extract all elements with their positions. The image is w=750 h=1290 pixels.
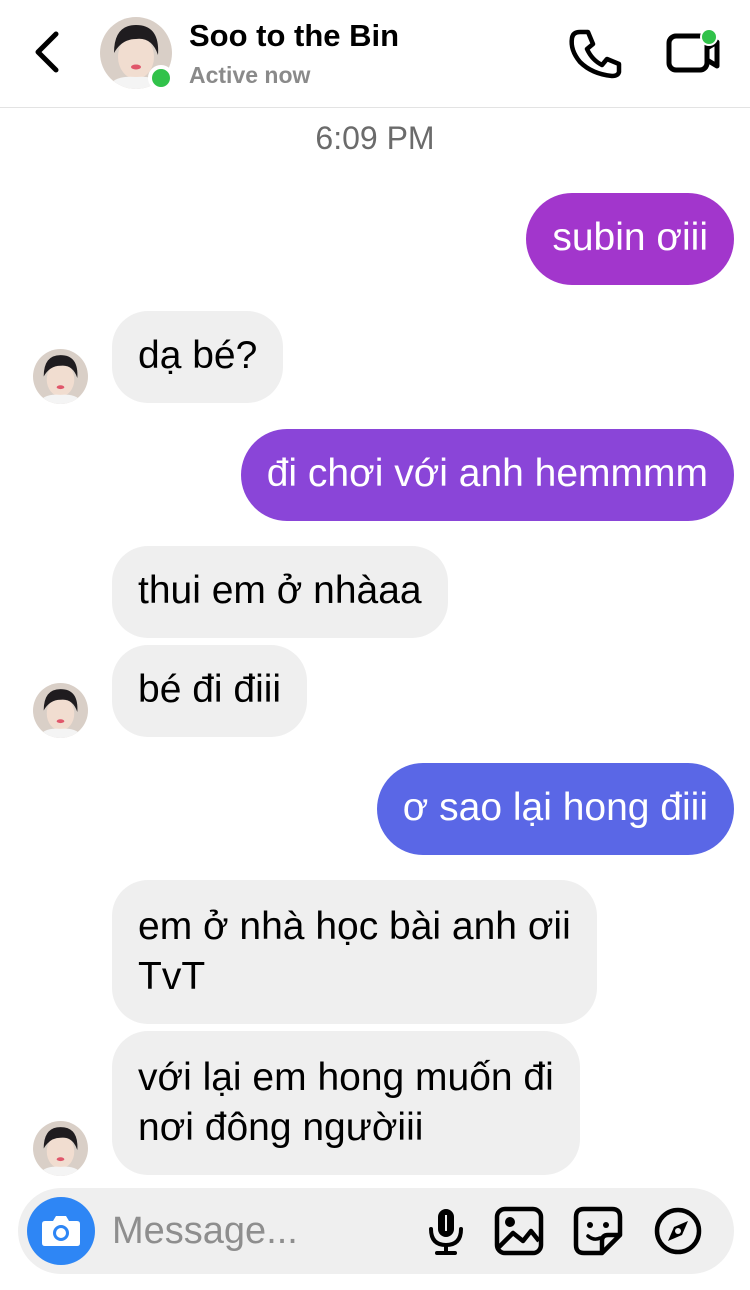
message-timestamp: 6:09 PM <box>315 120 435 156</box>
microphone-icon[interactable] <box>420 1205 472 1257</box>
active-status-label: Active now <box>189 62 311 88</box>
message-input[interactable] <box>112 1202 412 1260</box>
compass-icon[interactable] <box>652 1205 704 1257</box>
image-icon[interactable] <box>493 1205 545 1257</box>
message-composer <box>18 1188 734 1274</box>
received-message-bubble[interactable]: bé đi điii <box>112 645 308 737</box>
received-message-bubble[interactable]: với lại em hong muốn đi nơi đông ngườiii <box>112 1031 580 1175</box>
sent-message-bubble[interactable]: đi chơi với anh hemmmm <box>240 429 734 521</box>
contact-avatar[interactable] <box>100 17 174 91</box>
received-message-bubble[interactable]: em ở nhà học bài anh ơii TvT <box>112 880 597 1024</box>
message-line: TvT <box>138 955 206 998</box>
contact-name[interactable]: Soo to the Bin <box>189 18 399 54</box>
sent-message-bubble[interactable]: subin ơiii <box>526 193 734 285</box>
sent-message-bubble[interactable]: ơ sao lại hong điii <box>376 763 734 855</box>
message-line: với lại em hong muốn đi <box>138 1056 554 1099</box>
video-icon[interactable] <box>664 24 724 80</box>
message-line: em ở nhà học bài anh ơii <box>138 905 571 948</box>
contact-avatar-small <box>33 683 88 738</box>
sticker-icon[interactable] <box>572 1205 624 1257</box>
camera-icon <box>42 1216 80 1246</box>
received-message-bubble[interactable]: thui em ở nhàaa <box>112 546 448 638</box>
phone-icon[interactable] <box>566 26 624 80</box>
chevron-left-icon[interactable] <box>28 28 68 76</box>
active-status-dot <box>148 65 174 91</box>
chat-header: Soo to the Bin Active now <box>0 0 750 108</box>
received-message-bubble[interactable]: dạ bé? <box>112 311 284 403</box>
message-line: nơi đông ngườiii <box>138 1106 424 1149</box>
contact-avatar-small <box>33 1121 88 1176</box>
camera-button[interactable] <box>27 1197 95 1265</box>
contact-avatar-small <box>33 349 88 404</box>
